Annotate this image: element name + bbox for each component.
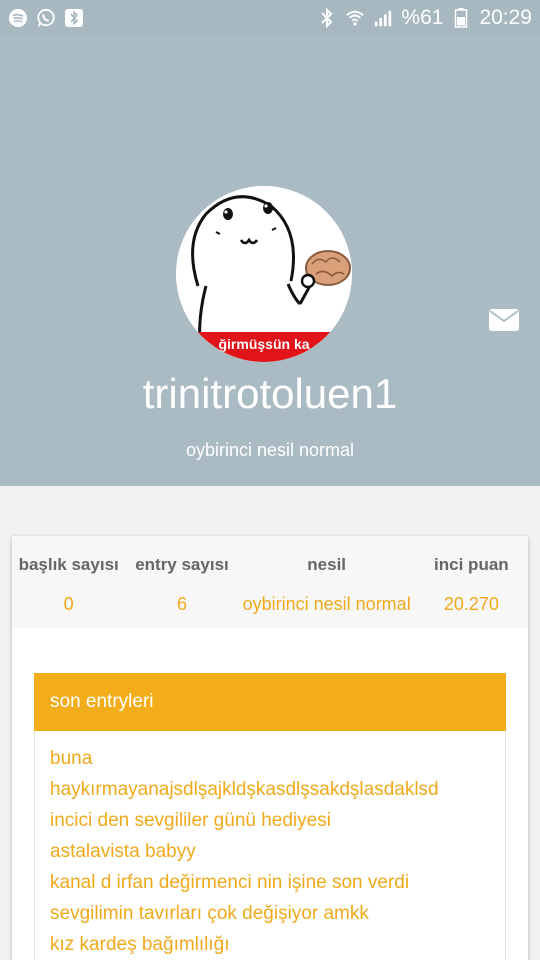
bluetooth-icon	[317, 7, 337, 29]
avatar[interactable]: ğirmüşsün ka	[176, 186, 352, 362]
stat-label: entry sayısı	[135, 555, 229, 574]
stat-value[interactable]: oybirinci nesil normal	[239, 594, 415, 615]
status-bar: %61 20:29	[0, 0, 540, 36]
clock: 20:29	[479, 6, 532, 29]
entry-link[interactable]: incici den sevgililer günü hediyesi	[50, 805, 505, 836]
username: trinitrotoluen1	[142, 370, 398, 417]
profile-card: başlık sayısı 0 entry sayısı 6 nesil oyb…	[12, 536, 528, 960]
stat-value[interactable]: 0	[12, 594, 125, 615]
profile-header: ğirmüşsün ka trinitrotoluen1 oybirinci n…	[0, 36, 540, 486]
message-button[interactable]	[488, 308, 520, 332]
stat-label: inci puan	[434, 555, 509, 574]
battery-icon	[451, 8, 471, 28]
wifi-icon	[345, 8, 365, 28]
stat-value[interactable]: 6	[125, 594, 238, 615]
stat-label: nesil	[307, 555, 347, 574]
battery-percent: %61	[401, 6, 444, 29]
generation-label: oybirinci nesil normal	[185, 440, 355, 460]
recent-entries-list: buna haykırmayanajsdlşajkldşkasdlşsakdşl…	[34, 731, 506, 960]
entry-link[interactable]: sevgilimin tavırları çok değişiyor amkk	[50, 898, 505, 929]
entry-link[interactable]: buna	[50, 743, 505, 774]
recent-entries-header: son entryleri	[34, 673, 506, 731]
bluetooth-notification-icon	[64, 8, 84, 28]
stat-entry-count: entry sayısı 6	[125, 536, 238, 628]
entry-link[interactable]: kız kardeş bağımlılığı	[50, 929, 505, 960]
stat-generation: nesil oybirinci nesil normal	[239, 536, 415, 628]
entry-link[interactable]: astalavista babyy	[50, 836, 505, 867]
stats-row: başlık sayısı 0 entry sayısı 6 nesil oyb…	[12, 536, 528, 628]
stat-inci-points: inci puan 20.270	[415, 536, 528, 628]
whatsapp-icon	[36, 8, 56, 28]
spotify-icon	[8, 8, 28, 28]
stat-value[interactable]: 20.270	[415, 594, 528, 615]
avatar-caption: ğirmüşsün ka	[218, 336, 310, 352]
mail-icon	[489, 309, 519, 331]
signal-icon	[373, 8, 393, 28]
entry-link[interactable]: haykırmayanajsdlşajkldşkasdlşsakdşlasdak…	[50, 774, 505, 805]
stat-label: başlık sayısı	[18, 555, 119, 574]
stat-topic-count: başlık sayısı 0	[12, 536, 125, 628]
entry-link[interactable]: kanal d irfan değirmenci nin işine son v…	[50, 867, 505, 898]
